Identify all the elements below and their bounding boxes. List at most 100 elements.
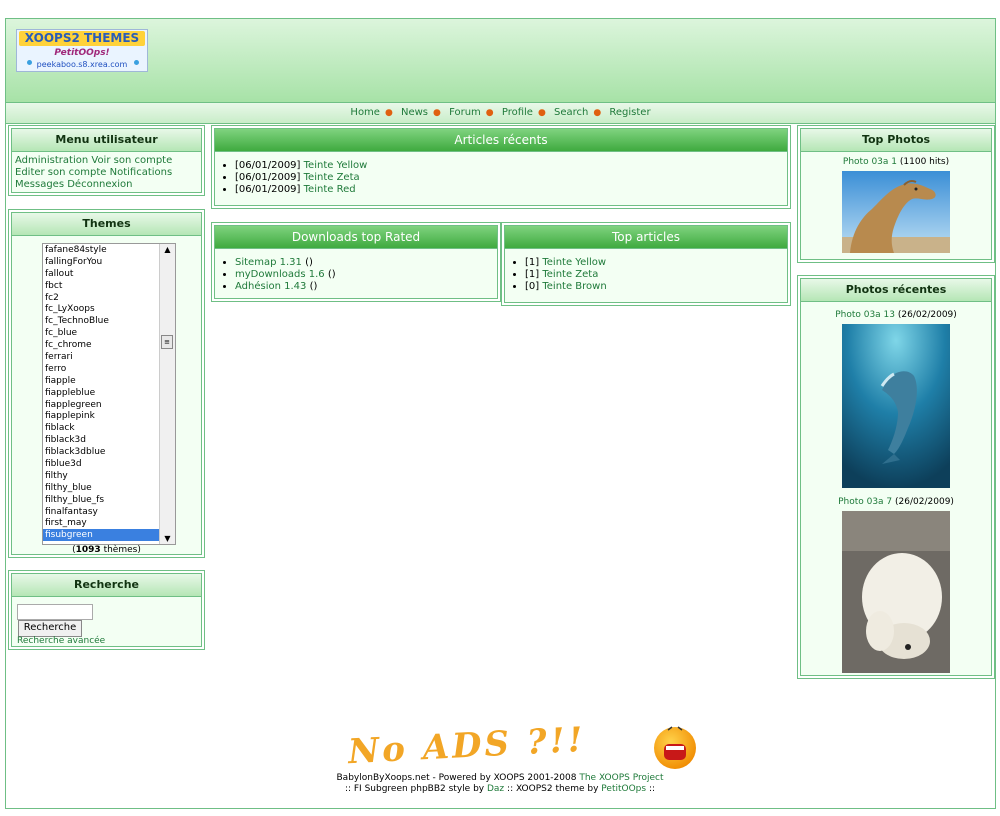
nav-separator-icon: ●: [537, 108, 546, 118]
themes-block: Themes fafane84style fallingForYou fallout…: [8, 209, 205, 558]
themes-count-number: 1093: [75, 545, 101, 555]
nav-separator-icon: ●: [485, 108, 494, 118]
themes-scrollbar[interactable]: ▲ ≡ ▼: [159, 244, 175, 544]
list-item: myDownloads 1.6 (): [235, 269, 497, 281]
theme-option[interactable]: fiapplepink: [43, 410, 175, 422]
menu-edit-account[interactable]: Editer son compte: [15, 167, 106, 178]
search-input[interactable]: [17, 604, 93, 620]
nav-profile[interactable]: Profile: [502, 107, 533, 118]
theme-option[interactable]: fiappleblue: [43, 387, 175, 399]
theme-option[interactable]: filthy_blue: [43, 482, 175, 494]
logo-dot-icon: [27, 60, 32, 65]
advanced-search-link[interactable]: Recherche avancée: [17, 636, 105, 646]
menu-view-account[interactable]: Voir son compte: [91, 155, 172, 166]
dolphin-photo[interactable]: [842, 324, 950, 488]
article-link[interactable]: Teinte Brown: [542, 281, 606, 292]
no-ads-text: No ADS ?!!: [347, 719, 587, 773]
main-nav: Home ● News ● Forum ● Profile ● Search ● Regi…: [6, 103, 995, 124]
photo-date: (26/02/2009): [895, 497, 954, 507]
theme-option[interactable]: fc_blue: [43, 327, 175, 339]
photo-link[interactable]: Photo 03a 1: [843, 157, 897, 167]
theme-option[interactable]: ferrari: [43, 351, 175, 363]
no-ads-banner[interactable]: No ADS ?!!: [347, 720, 708, 772]
downloads-title: Downloads top Rated: [215, 226, 497, 249]
daz-link[interactable]: Daz: [487, 784, 504, 794]
article-link[interactable]: Teinte Red: [304, 184, 356, 195]
theme-option[interactable]: fiblack: [43, 422, 175, 434]
theme-option[interactable]: fiapplegreen: [43, 399, 175, 411]
scroll-thumb[interactable]: ≡: [161, 335, 173, 349]
theme-option[interactable]: fisubgreen: [43, 529, 175, 542]
site-header: XOOPS2 THEMES PetitOOps! peekaboo.s8.xre…: [6, 19, 995, 103]
download-link[interactable]: Sitemap 1.31: [235, 257, 302, 268]
article-link[interactable]: Teinte Zeta: [304, 172, 360, 183]
search-block: Recherche Recherche Recherche avancée: [8, 570, 205, 650]
theme-option[interactable]: fiblue3d: [43, 458, 175, 470]
theme-option[interactable]: fallout: [43, 268, 175, 280]
site-logo[interactable]: XOOPS2 THEMES PetitOOps! peekaboo.s8.xre…: [16, 29, 148, 72]
scroll-up-icon[interactable]: ▲: [160, 245, 175, 254]
article-link[interactable]: Teinte Yellow: [304, 160, 368, 171]
theme-option[interactable]: filthy: [43, 470, 175, 482]
download-extra: (): [327, 269, 336, 280]
theme-option[interactable]: fc_TechnoBlue: [43, 315, 175, 327]
theme-option[interactable]: fallingForYou: [43, 256, 175, 268]
photo-link[interactable]: Photo 03a 13: [835, 310, 895, 320]
list-item: [06/01/2009] Teinte Yellow: [235, 160, 787, 172]
polar-bear-photo[interactable]: [842, 511, 950, 673]
logo-dot-icon: [134, 60, 139, 65]
nav-forum[interactable]: Forum: [449, 107, 481, 118]
nav-news[interactable]: News: [401, 107, 428, 118]
nav-register[interactable]: Register: [609, 107, 650, 118]
top-photos-title: Top Photos: [801, 129, 991, 152]
theme-option[interactable]: first_may: [43, 517, 175, 529]
recent-photos-title: Photos récentes: [801, 279, 991, 302]
menu-messages[interactable]: Messages: [15, 179, 64, 190]
theme-option[interactable]: fc_LyXoops: [43, 303, 175, 315]
logo-subtitle: PetitOOps!: [54, 48, 110, 58]
photo-date: (26/02/2009): [897, 310, 957, 320]
theme-option[interactable]: fc_chrome: [43, 339, 175, 351]
camel-photo[interactable]: [842, 171, 950, 253]
theme-option[interactable]: fiblack3dblue: [43, 446, 175, 458]
menu-notifications[interactable]: Notifications: [110, 167, 173, 178]
theme-option[interactable]: filthy_blue_fs: [43, 494, 175, 506]
footer-style-credit: :: FI Subgreen phpBB2 style by: [344, 784, 485, 794]
photo-hits: (1100 hits): [899, 157, 950, 167]
theme-option[interactable]: fbct: [43, 280, 175, 292]
article-date: [06/01/2009]: [235, 172, 301, 183]
list-item: [1] Teinte Yellow: [525, 257, 787, 269]
list-item: [1] Teinte Zeta: [525, 269, 787, 281]
nav-separator-icon: ●: [593, 108, 602, 118]
photo-link[interactable]: Photo 03a 7: [838, 497, 892, 507]
download-link[interactable]: Adhésion 1.43: [235, 281, 306, 292]
article-count: [0]: [525, 281, 540, 292]
theme-option[interactable]: fc2: [43, 292, 175, 304]
menu-administration[interactable]: Administration: [15, 155, 88, 166]
menu-logout[interactable]: Déconnexion: [67, 179, 132, 190]
scroll-down-icon[interactable]: ▼: [160, 534, 175, 543]
theme-option[interactable]: fiblack3d: [43, 434, 175, 446]
download-link[interactable]: myDownloads 1.6: [235, 269, 325, 280]
theme-option[interactable]: finalfantasy: [43, 506, 175, 518]
themes-select[interactable]: fafane84style fallingForYou fallout fbct fc2…: [42, 243, 176, 545]
nav-separator-icon: ●: [433, 108, 441, 118]
article-link[interactable]: Teinte Yellow: [542, 257, 606, 268]
top-articles-title: Top articles: [505, 226, 787, 249]
footer-end: ::: [648, 784, 656, 794]
list-item: [06/01/2009] Teinte Red: [235, 184, 787, 196]
theme-option[interactable]: ferro: [43, 363, 175, 375]
xoops-project-link[interactable]: The XOOPS Project: [579, 773, 663, 783]
themes-title: Themes: [12, 213, 201, 236]
article-link[interactable]: Teinte Zeta: [542, 269, 598, 280]
logo-url: peekaboo.s8.xrea.com: [36, 60, 128, 69]
nav-home[interactable]: Home: [350, 107, 380, 118]
theme-option[interactable]: fafane84style: [43, 244, 175, 256]
petitoops-link[interactable]: PetitOOps: [601, 784, 646, 794]
footer: BabylonByXoops.net - Powered by XOOPS 20…: [0, 773, 1000, 795]
download-extra: (): [309, 281, 318, 292]
theme-option[interactable]: fiapple: [43, 375, 175, 387]
article-count: [1]: [525, 257, 540, 268]
nav-search[interactable]: Search: [554, 107, 588, 118]
search-button[interactable]: Recherche: [18, 620, 82, 637]
